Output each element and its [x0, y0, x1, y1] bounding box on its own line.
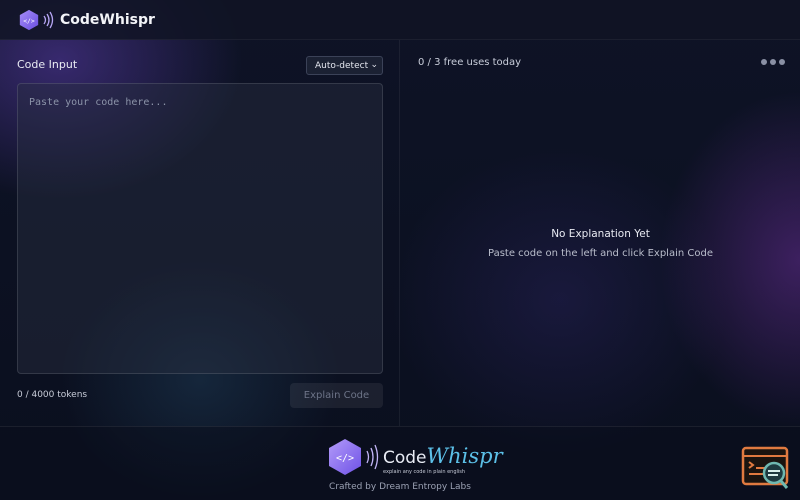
empty-state-subtitle: Paste code on the left and click Explain…: [488, 248, 713, 259]
more-dots-icon[interactable]: [761, 59, 785, 65]
explanation-panel: 0 / 3 free uses today No Explanation Yet…: [401, 40, 800, 426]
svg-text:</>: </>: [23, 16, 35, 24]
code-placeholder: Paste your code here...: [29, 97, 168, 108]
dot: [779, 59, 785, 65]
app-title: CodeWhispr: [60, 11, 155, 28]
footer-tagline: explain any code in plain english: [383, 469, 466, 475]
dot: [761, 59, 767, 65]
language-select-value: Auto-detect: [315, 60, 369, 71]
empty-state-title: No Explanation Yet: [551, 228, 650, 240]
app-header: </> CodeWhispr: [0, 0, 800, 40]
chevron-down-icon: ⌄: [370, 60, 378, 70]
logo-waves-icon: [43, 11, 54, 28]
code-input-panel: Code Input Auto-detect ⌄ Paste your code…: [0, 40, 400, 426]
usage-counter: 0 / 3 free uses today: [418, 57, 522, 68]
token-counter: 0 / 4000 tokens: [17, 390, 88, 400]
dot: [770, 59, 776, 65]
footer: </> CodeWhispr explain any code in plain…: [0, 426, 800, 500]
footer-credit: Crafted by Dream Entropy Labs: [329, 482, 471, 492]
code-textarea[interactable]: Paste your code here...: [17, 83, 383, 374]
footer-brand-wordmark: CodeWhispr: [383, 444, 503, 468]
svg-text:</>: </>: [336, 453, 354, 464]
language-select[interactable]: Auto-detect ⌄: [306, 56, 383, 75]
code-input-label: Code Input: [17, 58, 78, 71]
logo-hexagon-icon: </>: [19, 9, 39, 30]
explain-code-button[interactable]: Explain Code: [290, 383, 383, 408]
terminal-search-icon[interactable]: [741, 446, 791, 492]
